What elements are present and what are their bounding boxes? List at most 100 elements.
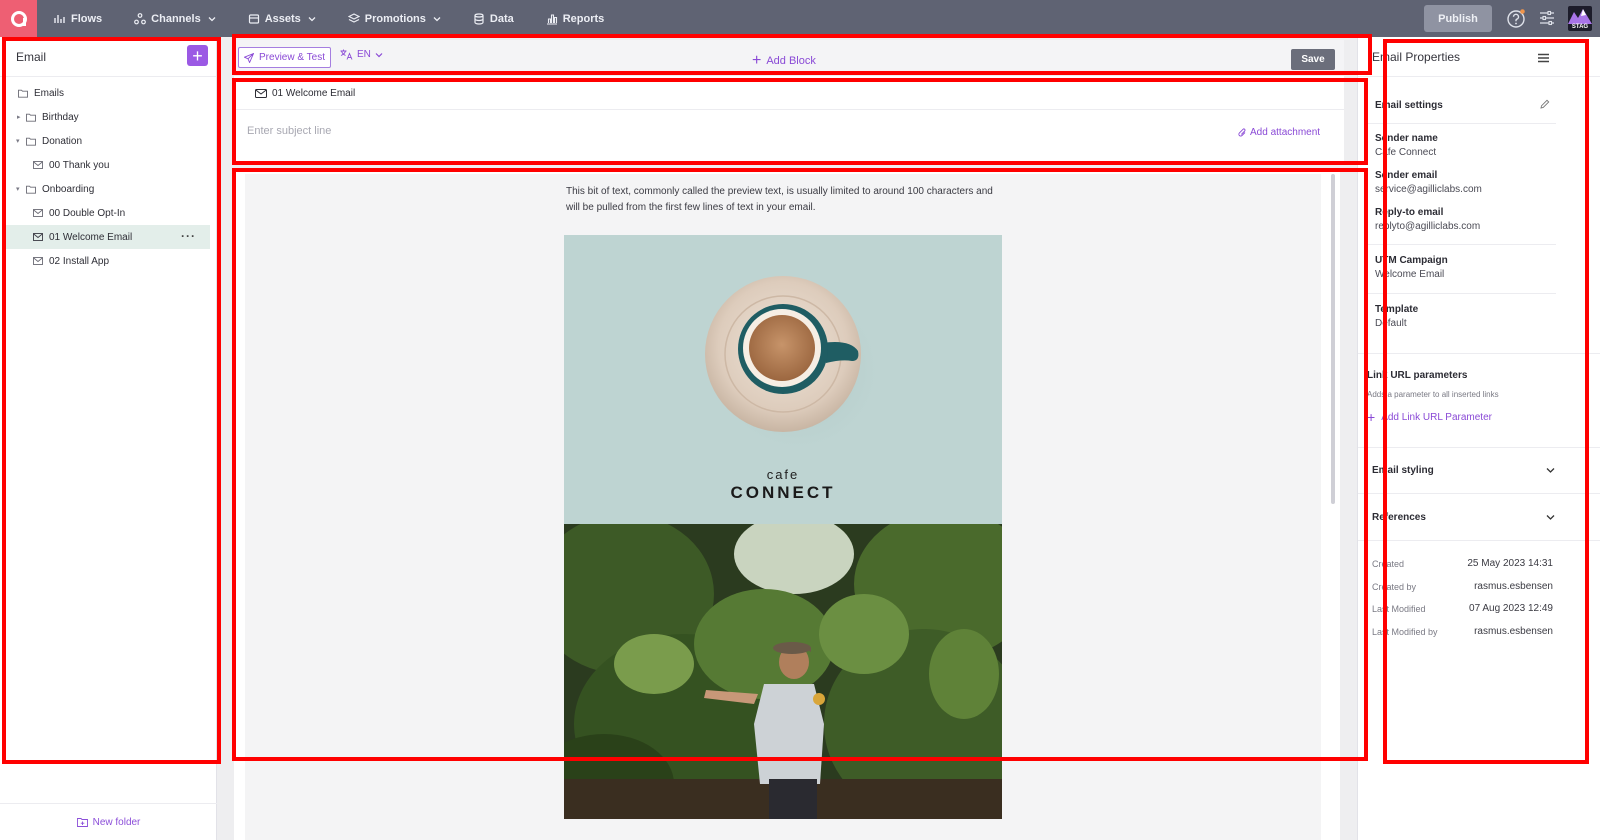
tree-folder-birthday[interactable]: ▸ Birthday (0, 105, 216, 129)
farmer-photo-block[interactable] (564, 524, 1002, 819)
plus-icon: + (192, 45, 203, 66)
language-label: EN (357, 49, 371, 60)
promotions-icon (347, 12, 360, 23)
tree-email-install-app[interactable]: 02 Install App (0, 249, 216, 273)
tree-email-thank-you[interactable]: 00 Thank you (0, 153, 216, 177)
pencil-icon[interactable] (1540, 99, 1550, 109)
tree-email-double-opt-in[interactable]: 00 Double Opt-In (0, 201, 216, 225)
environment-badge-label: STAG (1571, 24, 1589, 30)
settings-sliders-button[interactable] (1538, 9, 1556, 30)
template-label: Template (1375, 304, 1419, 315)
email-settings-label: Email settings (1375, 100, 1443, 111)
reports-icon (546, 13, 557, 25)
email-name: 01 Welcome Email (255, 88, 355, 99)
meta-created-by-value: rasmus.esbensen (1474, 581, 1553, 592)
nav-channels[interactable]: Channels (134, 13, 216, 25)
tree-folder-donation[interactable]: ▾ Donation (0, 129, 216, 153)
email-settings-row[interactable]: Email settings (1368, 95, 1556, 115)
new-folder-label: New folder (92, 816, 141, 828)
divider (1358, 447, 1600, 448)
reply-to-value: replyto@agilliclabs.com (1375, 221, 1481, 232)
template-field[interactable]: Template Default (1375, 304, 1563, 329)
nav-assets[interactable]: Assets (248, 13, 316, 25)
tree-folder-onboarding[interactable]: ▾ Onboarding (0, 177, 216, 201)
email-tree: Emails ▸ Birthday ▾ Donation 00 Thank yo… (0, 77, 216, 273)
nav-data[interactable]: Data (473, 13, 514, 25)
meta-created-value: 25 May 2023 14:31 (1467, 558, 1553, 569)
email-tree-panel: Email + Emails ▸ Birthday ▾ Donation 00 … (0, 37, 217, 840)
tree-item-label: Emails (34, 87, 65, 99)
language-selector[interactable]: EN (340, 49, 387, 60)
subject-line-input[interactable]: Enter subject line (247, 125, 331, 137)
email-styling-section[interactable]: Email styling (1372, 465, 1434, 476)
nav-flows[interactable]: Flows (54, 13, 102, 25)
nav-reports[interactable]: Reports (546, 13, 604, 25)
chevron-down-icon (208, 16, 216, 21)
add-attachment-button[interactable]: Add attachment (1238, 127, 1320, 138)
preview-text-block[interactable]: This bit of text, commonly called the pr… (566, 184, 1006, 216)
tree-item-label: 01 Welcome Email (49, 231, 133, 243)
canvas-scrollbar[interactable] (1331, 174, 1335, 504)
flows-icon (54, 14, 65, 23)
utm-campaign-label: UTM Campaign (1375, 255, 1448, 266)
email-canvas[interactable]: This bit of text, commonly called the pr… (245, 174, 1321, 840)
editor-toolbar: Preview & Test EN + Add Block Save (234, 40, 1344, 72)
environment-badge[interactable]: STAG (1568, 6, 1592, 31)
sender-email-value: service@agilliclabs.com (1375, 184, 1482, 195)
email-properties-panel: Email Properties Email settings Sender n… (1357, 37, 1600, 840)
brand-wordmark-large: CONNECT (730, 483, 836, 502)
help-icon (1507, 9, 1525, 28)
divider (1358, 540, 1600, 541)
sender-name-field[interactable]: Sender name Cafe Connect (1375, 133, 1563, 158)
meta-modified-label: Last Modified (1372, 604, 1426, 614)
new-folder-icon (76, 818, 88, 827)
coffee-farmer-photo (564, 524, 1002, 819)
mountain-logo-icon (1568, 9, 1592, 24)
publish-button[interactable]: Publish (1424, 5, 1492, 32)
nav-assets-label: Assets (264, 12, 301, 25)
caret-down-icon[interactable]: ▾ (16, 185, 20, 193)
sender-email-field[interactable]: Sender email service@agilliclabs.com (1375, 170, 1563, 195)
main-nav: Flows Channels Assets Promotions Data Re… (54, 0, 636, 37)
app-logo[interactable] (0, 0, 37, 37)
data-icon (474, 12, 484, 25)
properties-menu-button[interactable] (1538, 52, 1549, 66)
add-email-button[interactable]: + (187, 45, 208, 66)
meta-created-by-label: Created by (1372, 582, 1417, 592)
utm-campaign-field[interactable]: UTM Campaign Welcome Email (1375, 255, 1563, 280)
preview-test-button[interactable]: Preview & Test (238, 47, 331, 68)
add-block-button[interactable]: + Add Block (752, 53, 816, 69)
chevron-down-icon[interactable] (1546, 514, 1555, 521)
divider (1368, 293, 1556, 294)
email-panel-title: Email (16, 49, 47, 64)
help-button[interactable] (1506, 9, 1526, 32)
tree-folder-emails[interactable]: Emails (0, 81, 216, 105)
add-block-label: Add Block (766, 55, 816, 67)
tree-email-welcome-selected[interactable]: 01 Welcome Email ··· (6, 225, 210, 249)
add-link-param-button[interactable]: + Add Link URL Parameter (1367, 410, 1492, 424)
properties-header: Email Properties (1358, 37, 1600, 77)
folder-icon (18, 89, 28, 98)
save-button[interactable]: Save (1291, 49, 1335, 70)
caret-down-icon[interactable]: ▾ (16, 137, 20, 145)
nav-data-label: Data (489, 12, 514, 25)
new-folder-button[interactable]: New folder (0, 803, 217, 840)
envelope-icon (33, 257, 43, 265)
meta-created-label: Created (1372, 559, 1405, 569)
caret-right-icon[interactable]: ▸ (17, 113, 21, 121)
email-subject-card: 01 Welcome Email Enter subject line Add … (234, 76, 1344, 162)
folder-icon (26, 113, 36, 122)
folder-icon (26, 137, 36, 146)
preview-test-label: Preview & Test (259, 52, 325, 63)
references-section[interactable]: References (1372, 512, 1426, 523)
top-navigation-bar: Flows Channels Assets Promotions Data Re… (0, 0, 1600, 37)
nav-promotions[interactable]: Promotions (347, 12, 441, 25)
chevron-down-icon[interactable] (1546, 467, 1555, 474)
more-options-icon[interactable]: ··· (181, 229, 196, 243)
reply-to-field[interactable]: Reply-to email replyto@agilliclabs.com (1375, 207, 1563, 232)
envelope-icon (33, 209, 43, 217)
hero-image-block[interactable]: cafe CONNECT (564, 235, 1002, 524)
app-logo-icon (10, 10, 27, 27)
channels-icon (134, 12, 147, 24)
reply-to-label: Reply-to email (1375, 207, 1444, 218)
